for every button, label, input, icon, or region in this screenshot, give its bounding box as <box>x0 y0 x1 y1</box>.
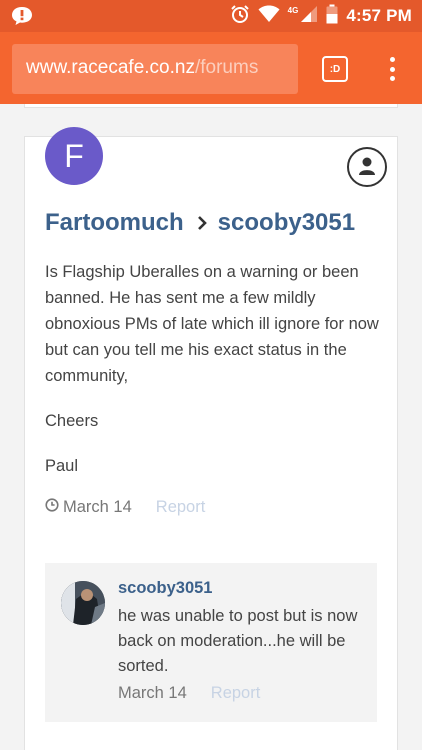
chevron-right-icon <box>196 214 208 232</box>
message-title: Fartoomuch scooby3051 <box>45 209 355 237</box>
reply-report-link[interactable]: Report <box>211 684 261 703</box>
sender-link[interactable]: Fartoomuch <box>45 209 184 237</box>
battery-icon <box>326 4 338 29</box>
recipient-link[interactable]: scooby3051 <box>218 209 355 237</box>
chat-notification-icon <box>10 5 34 27</box>
reply-meta: March 14 Report <box>118 684 260 703</box>
signal-icon <box>300 5 318 28</box>
message-paragraph: Cheers <box>45 412 99 430</box>
message-date[interactable]: March 14 <box>45 498 132 517</box>
message-paragraph: Paul <box>45 457 79 475</box>
report-link[interactable]: Report <box>156 498 206 517</box>
message-date-text: March 14 <box>63 498 132 516</box>
url-path: /forums <box>194 57 259 78</box>
message-meta: March 14 Report <box>45 498 205 517</box>
status-bar: 4G 4:57 PM <box>0 0 422 32</box>
message-card: F Fartoomuch scooby3051 Is Flagship Uber… <box>24 127 398 750</box>
network-type-label: 4G <box>287 5 299 15</box>
message-body: Is Flagship Uberalles on a warning or be… <box>45 259 385 498</box>
url-domain: www.racecafe.co.nz <box>26 57 195 78</box>
clock-icon <box>45 498 59 517</box>
reply-author[interactable]: scooby3051 <box>118 579 212 598</box>
alarm-icon <box>230 4 250 29</box>
message-paragraph: Is Flagship Uberalles on a warning or be… <box>45 263 379 385</box>
reply-text: he was unable to post but is now back on… <box>118 607 358 675</box>
url-bar[interactable]: www.racecafe.co.nz/forums <box>12 44 298 94</box>
clock-time: 4:57 PM <box>346 6 412 25</box>
page-content: F Fartoomuch scooby3051 Is Flagship Uber… <box>0 104 422 750</box>
tab-switcher-button[interactable]: :D <box>322 56 348 82</box>
reply-avatar[interactable] <box>61 581 105 625</box>
reply-date[interactable]: March 14 <box>118 684 187 703</box>
previous-card-edge <box>24 104 398 108</box>
browser-toolbar: www.racecafe.co.nz/forums :D <box>0 32 422 104</box>
overflow-menu-icon[interactable] <box>382 54 402 84</box>
user-profile-icon[interactable] <box>347 147 387 187</box>
reply-box: scooby3051 he was unable to post but is … <box>45 563 377 722</box>
avatar[interactable]: F <box>45 127 103 185</box>
wifi-icon <box>258 5 280 28</box>
